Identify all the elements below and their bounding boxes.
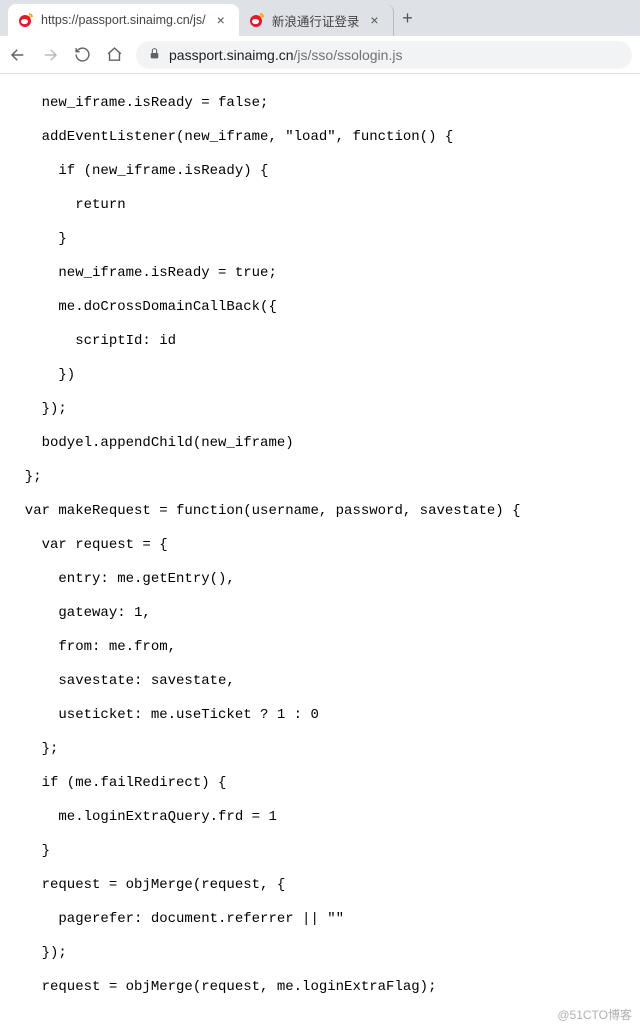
code-line: var request = { (8, 537, 640, 554)
code-line: request = objMerge(request, me.loginExtr… (8, 979, 640, 996)
code-line: new_iframe.isReady = false; (8, 95, 640, 112)
tab-close-icon[interactable]: × (366, 12, 382, 28)
code-line: if (me.failRedirect) { (8, 775, 640, 792)
code-line: }; (8, 741, 640, 758)
weibo-favicon-icon (249, 12, 265, 28)
code-line: }; (8, 469, 640, 486)
tab-inactive[interactable]: 新浪通行证登录 × (239, 4, 394, 36)
code-line: gateway: 1, (8, 605, 640, 622)
home-button[interactable] (104, 45, 124, 65)
tab-title: 新浪通行证登录 (272, 11, 360, 30)
page-content: new_iframe.isReady = false; addEventList… (0, 74, 640, 1030)
code-line: pagerefer: document.referrer || "" (8, 911, 640, 928)
code-line: }) (8, 367, 640, 384)
code-line: savestate: savestate, (8, 673, 640, 690)
weibo-favicon-icon (18, 12, 34, 28)
reload-button[interactable] (72, 45, 92, 65)
code-line: entry: me.getEntry(), (8, 571, 640, 588)
lock-icon (148, 47, 161, 63)
url-text: passport.sinaimg.cn/js/sso/ssologin.js (169, 47, 402, 63)
tab-active[interactable]: https://passport.sinaimg.cn/js/ × (8, 4, 239, 36)
tab-strip: https://passport.sinaimg.cn/js/ × 新浪通行证登… (0, 0, 640, 36)
code-line: var makeRequest = function(username, pas… (8, 503, 640, 520)
forward-button[interactable] (40, 45, 60, 65)
code-line: me.doCrossDomainCallBack({ (8, 299, 640, 316)
code-line: from: me.from, (8, 639, 640, 656)
code-line: } (8, 843, 640, 860)
tab-title: https://passport.sinaimg.cn/js/ (41, 13, 206, 27)
code-line: bodyel.appendChild(new_iframe) (8, 435, 640, 452)
toolbar: passport.sinaimg.cn/js/sso/ssologin.js (0, 36, 640, 74)
code-line: }); (8, 945, 640, 962)
new-tab-button[interactable]: + (394, 8, 422, 29)
tab-close-icon[interactable]: × (213, 12, 229, 28)
code-line: if (new_iframe.isReady) { (8, 163, 640, 180)
code-line: me.loginExtraQuery.frd = 1 (8, 809, 640, 826)
code-line: return (8, 197, 640, 214)
code-line: scriptId: id (8, 333, 640, 350)
code-line: }); (8, 401, 640, 418)
code-line: useticket: me.useTicket ? 1 : 0 (8, 707, 640, 724)
code-line: new_iframe.isReady = true; (8, 265, 640, 282)
back-button[interactable] (8, 45, 28, 65)
watermark: @51CTO博客 (557, 1007, 632, 1024)
code-line: request = objMerge(request, { (8, 877, 640, 894)
code-line: } (8, 231, 640, 248)
address-bar[interactable]: passport.sinaimg.cn/js/sso/ssologin.js (136, 41, 632, 69)
code-line: addEventListener(new_iframe, "load", fun… (8, 129, 640, 146)
